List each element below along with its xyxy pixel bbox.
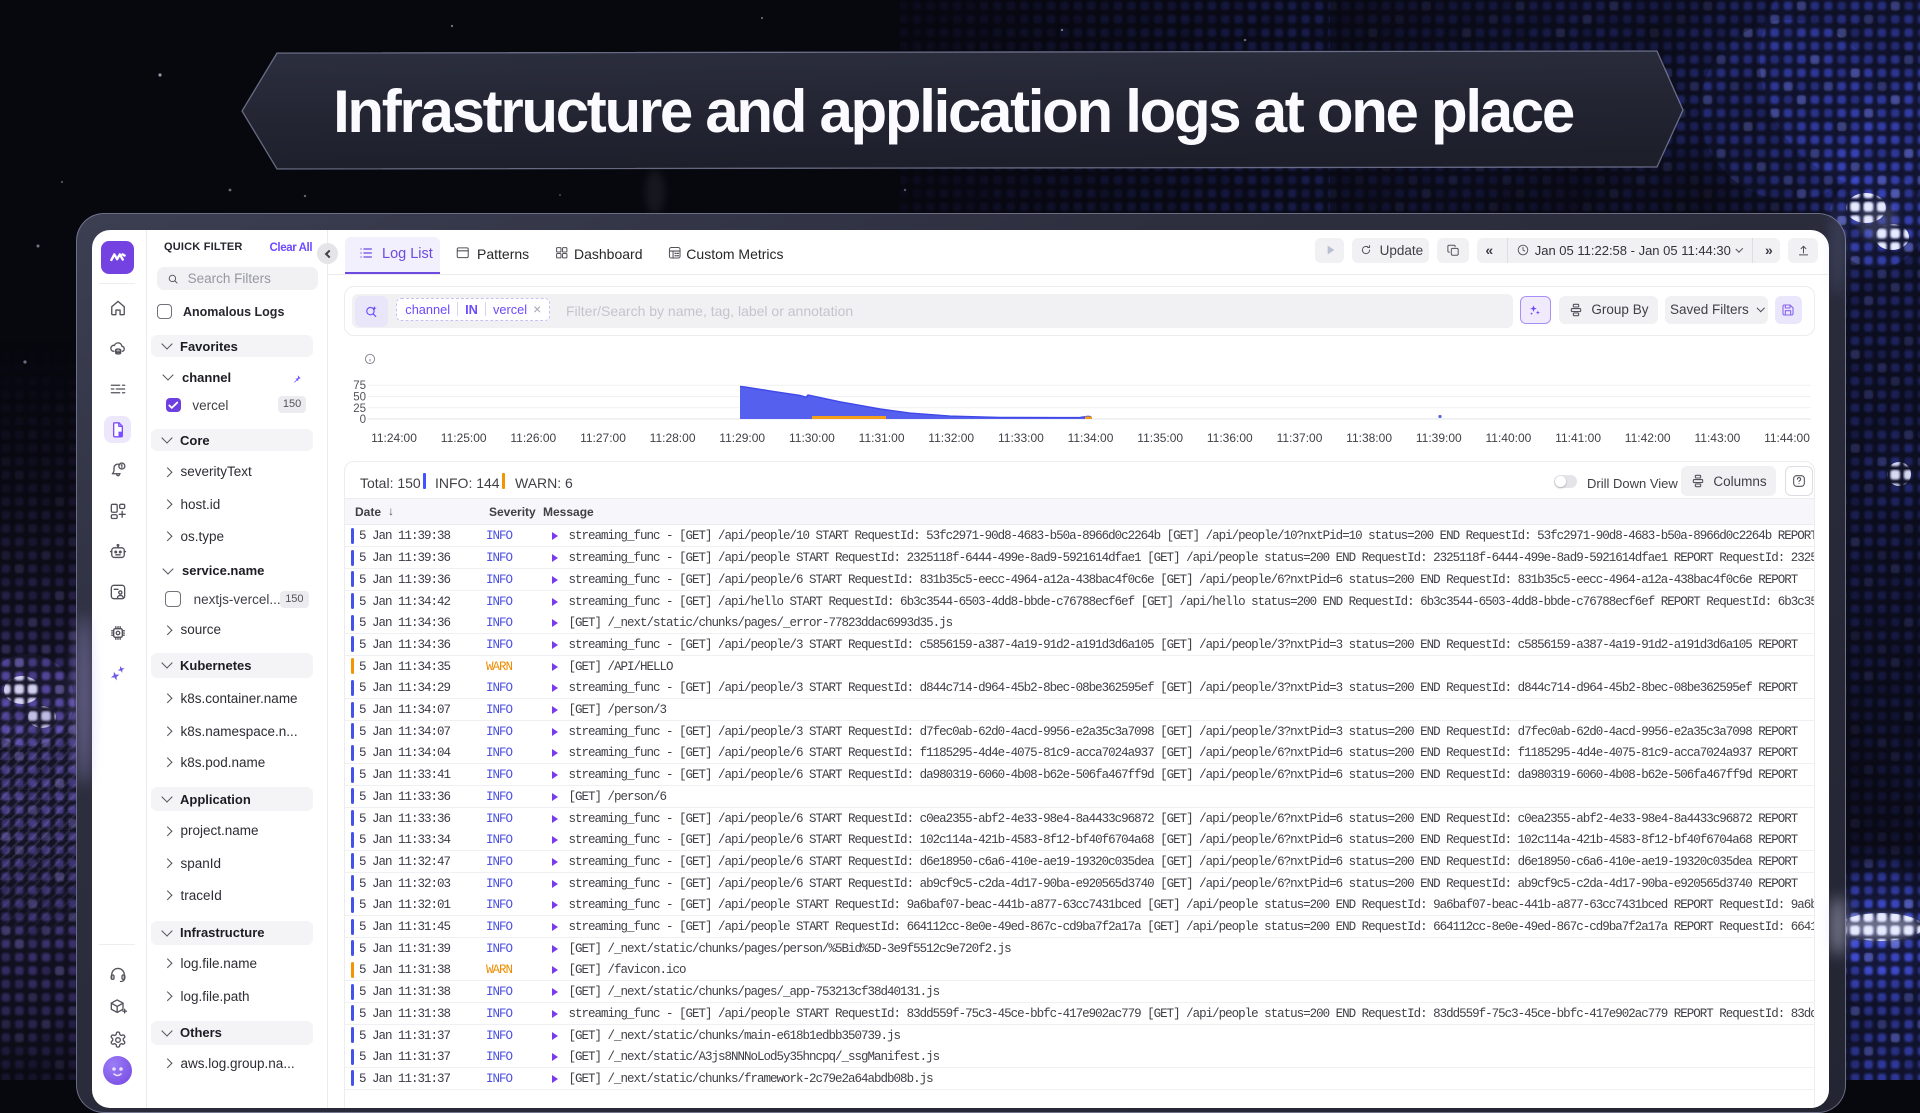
svg-text:11:44:00: 11:44:00	[1764, 431, 1810, 445]
svg-text:11:40:00: 11:40:00	[1485, 431, 1531, 445]
svg-text:11:25:00: 11:25:00	[441, 431, 487, 445]
svg-text:11:24:00: 11:24:00	[371, 431, 417, 445]
svg-text:25: 25	[353, 403, 366, 415]
svg-text:11:36:00: 11:36:00	[1207, 431, 1253, 445]
svg-text:11:28:00: 11:28:00	[650, 431, 696, 445]
svg-text:11:27:00: 11:27:00	[580, 431, 626, 445]
svg-text:11:39:00: 11:39:00	[1416, 431, 1462, 445]
svg-text:11:42:00: 11:42:00	[1625, 431, 1671, 445]
svg-text:11:33:00: 11:33:00	[998, 431, 1044, 445]
svg-text:11:38:00: 11:38:00	[1346, 431, 1392, 445]
svg-text:50: 50	[353, 392, 366, 404]
svg-text:11:43:00: 11:43:00	[1694, 431, 1740, 445]
svg-text:11:31:00: 11:31:00	[859, 431, 905, 445]
svg-text:11:37:00: 11:37:00	[1277, 431, 1323, 445]
svg-text:11:32:00: 11:32:00	[928, 431, 974, 445]
svg-text:11:26:00: 11:26:00	[510, 431, 556, 445]
svg-text:11:34:00: 11:34:00	[1068, 431, 1114, 445]
svg-text:11:35:00: 11:35:00	[1137, 431, 1183, 445]
svg-text:11:30:00: 11:30:00	[789, 431, 835, 445]
svg-text:11:29:00: 11:29:00	[719, 431, 765, 445]
svg-text:11:41:00: 11:41:00	[1555, 431, 1601, 445]
svg-text:75: 75	[353, 380, 366, 392]
svg-text:0: 0	[360, 414, 366, 426]
